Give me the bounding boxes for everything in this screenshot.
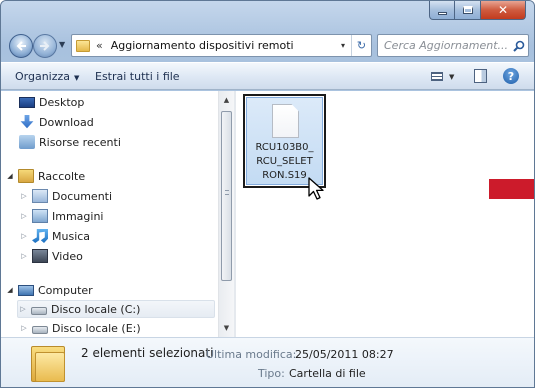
breadcrumb-path[interactable]: Aggiornamento dispositivi remoti [111,39,335,52]
nav-item-label: Computer [38,283,93,297]
navigation-pane-scrollbar[interactable]: ▲ ▼ [218,91,234,337]
type-label: Tipo: [258,367,285,380]
close-button[interactable]: ✕ [481,1,526,20]
expander-closed-icon[interactable]: ▷ [19,252,29,260]
modified-label: Ultima modifica: [206,348,297,361]
refresh-icon: ↻ [356,39,367,52]
chevron-down-icon: ▼ [74,74,80,82]
search-input[interactable]: Cerca Aggiornament... [378,39,510,52]
file-name-line: RCU_SELET [256,156,313,167]
expander-closed-icon[interactable]: ▷ [18,305,28,313]
navigation-bar: ▼ « Aggiornamento dispositivi remoti ▾ ↻… [1,31,534,61]
breadcrumb-overflow-chevron[interactable]: « [96,39,103,52]
nav-item-label: Download [39,115,94,129]
folder-icon [31,346,65,382]
scrollbar-thumb[interactable] [221,111,232,281]
type-value: Cartella di file [289,367,366,380]
nav-item-label: Musica [52,229,91,243]
scroll-up-arrow-icon[interactable]: ▲ [219,93,234,107]
recent-places-icon [19,135,35,149]
red-marker [489,179,534,199]
nav-item-pictures[interactable]: ▷ Immagini [19,207,103,225]
nav-item-label: Desktop [39,95,85,109]
address-bar[interactable]: « Aggiornamento dispositivi remoti ▾ ↻ [71,34,372,57]
modified-value: 25/05/2011 08:27 [295,348,394,361]
explorer-window: ✕ ▼ « Aggiornamento dispositivi remoti ▾… [0,0,535,388]
nav-item-label: Risorse recenti [39,135,121,149]
folder-icon [76,39,90,52]
download-icon [20,115,34,129]
expander-closed-icon[interactable]: ▷ [19,324,29,332]
nav-item-libraries[interactable]: ◢ Raccolte [5,167,85,185]
expander-closed-icon[interactable]: ▷ [19,192,29,200]
nav-item-label: Documenti [52,189,113,203]
video-icon [32,249,48,263]
extract-all-button[interactable]: Estrai tutti i file [95,70,180,83]
drive-icon [32,325,48,334]
nav-item-label: Disco locale (C:) [51,302,141,316]
organize-menu-button[interactable]: Organizza ▼ [15,70,79,83]
maximize-icon [462,6,473,14]
computer-icon [18,284,34,296]
close-icon: ✕ [497,3,509,17]
chevron-down-icon: ▼ [449,72,455,81]
grip-icon [225,190,229,195]
recent-pages-button[interactable]: ▼ [59,40,65,49]
folder-front [35,352,65,382]
search-icon[interactable] [510,40,528,52]
minimize-icon [437,11,447,15]
forward-button[interactable] [33,34,57,58]
refresh-button[interactable]: ↻ [351,35,371,56]
details-pane: 2 elementi selezionati Ultima modifica: … [1,337,534,387]
organize-label: Organizza [15,70,71,83]
expander-open-icon[interactable]: ◢ [5,172,15,180]
nav-item-video[interactable]: ▷ Video [19,247,83,265]
documents-icon [32,189,48,203]
nav-item-music[interactable]: ▷ Musica [19,227,90,245]
nav-item-computer[interactable]: ◢ Computer [5,281,93,299]
nav-item-download[interactable]: Download [19,113,94,131]
file-icon [272,104,299,138]
libraries-icon [18,169,34,183]
help-button[interactable]: ? [503,68,519,84]
maximize-button[interactable] [455,1,481,20]
arrow-right-icon [40,41,50,51]
desktop-icon [19,96,35,108]
nav-item-documents[interactable]: ▷ Documenti [19,187,112,205]
nav-item-drive-c[interactable]: ▷ Disco locale (C:) [17,300,215,318]
file-name-line: RCU103B0_ [255,142,314,153]
command-bar: Organizza ▼ Estrai tutti i file ▼ ? [1,62,534,90]
nav-item-label: Video [52,249,83,263]
pictures-icon [32,209,48,223]
file-item[interactable]: RCU103B0_ RCU_SELET RON.S19 [243,94,326,188]
drive-icon [31,306,47,315]
expander-closed-icon[interactable]: ▷ [19,212,29,220]
preview-pane-button[interactable] [474,69,487,83]
scroll-down-arrow-icon[interactable]: ▼ [219,321,234,335]
file-list[interactable]: RCU103B0_ RCU_SELET RON.S19 [236,91,534,337]
navigation-pane[interactable]: Desktop Download Risorse recenti ◢ Racco… [1,91,234,337]
nav-item-recent-places[interactable]: Risorse recenti [19,133,121,151]
selection-count: 2 elementi selezionati [81,346,214,360]
back-button[interactable] [9,34,33,58]
mouse-pointer-icon [308,177,324,200]
music-icon [32,229,48,243]
view-icon [431,72,443,81]
change-view-button[interactable]: ▼ [431,69,459,84]
nav-item-desktop[interactable]: Desktop [19,93,84,111]
nav-item-label: Disco locale (E:) [52,321,141,335]
nav-item-label: Raccolte [38,169,86,183]
expander-open-icon[interactable]: ◢ [5,286,15,294]
minimize-button[interactable] [429,1,455,20]
nav-item-label: Immagini [52,209,104,223]
expander-closed-icon[interactable]: ▷ [19,232,29,240]
caption-buttons: ✕ [429,1,526,20]
search-box[interactable]: Cerca Aggiornament... [377,34,529,57]
address-dropdown-button[interactable]: ▾ [335,41,351,50]
nav-item-drive-e[interactable]: ▷ Disco locale (E:) [19,319,141,337]
arrow-left-icon [16,41,26,51]
